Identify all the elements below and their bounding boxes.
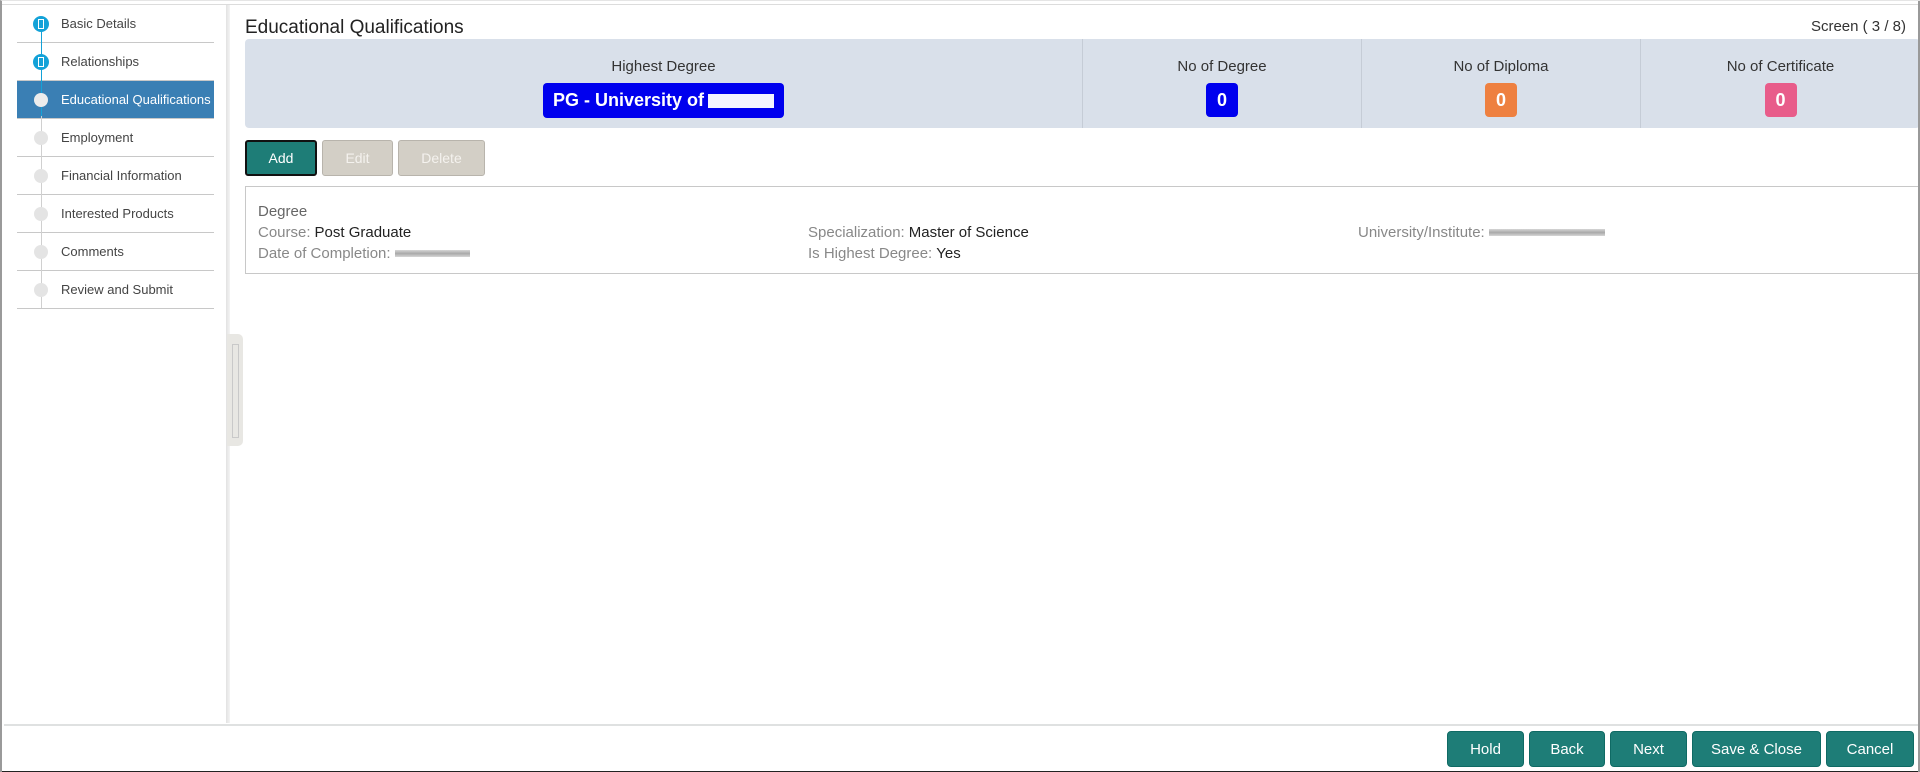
step-financial-information[interactable]: Financial Information — [17, 157, 214, 195]
certificate-count-badge: 0 — [1764, 83, 1797, 117]
course-field: Course: Post Graduate — [258, 224, 411, 241]
cancel-button[interactable]: Cancel — [1826, 731, 1914, 767]
degree-count-label: No of Degree — [1177, 58, 1267, 75]
footer-buttons: Hold Back Next Save & Close Cancel — [1447, 731, 1914, 767]
step-label: Relationships — [61, 54, 140, 69]
step-relationships[interactable]: Relationships — [17, 43, 214, 81]
redacted-text — [708, 93, 775, 108]
step-label: Educational Qualifications — [61, 92, 211, 107]
hold-button[interactable]: Hold — [1447, 731, 1524, 767]
back-button[interactable]: Back — [1529, 731, 1605, 767]
record-title: Degree — [258, 203, 308, 220]
completion-field: Date of Completion: — [258, 245, 470, 262]
diploma-count-badge: 0 — [1485, 83, 1517, 117]
delete-button[interactable]: Delete — [398, 140, 485, 176]
app-window: Basic Details Relationships Educational … — [0, 0, 1920, 772]
certificate-count-cell: No of Certificate 0 — [1640, 39, 1920, 128]
highest-degree-field: Is Highest Degree: Yes — [808, 245, 961, 262]
step-pending-icon — [34, 207, 48, 221]
highest-degree-label: Highest Degree — [611, 58, 716, 75]
step-pending-icon — [34, 283, 48, 297]
degree-count-badge: 0 — [1206, 83, 1238, 117]
save-close-button[interactable]: Save & Close — [1692, 731, 1821, 767]
top-border — [2, 4, 1920, 5]
step-label: Basic Details — [61, 16, 137, 31]
diploma-count-cell: No of Diploma 0 — [1361, 39, 1640, 128]
step-review-and-submit[interactable]: Review and Submit — [17, 271, 214, 309]
sidebar-resize-handle[interactable] — [227, 334, 243, 446]
step-interested-products[interactable]: Interested Products — [17, 195, 214, 233]
add-button[interactable]: Add — [245, 140, 317, 176]
university-field: University/Institute: — [1358, 224, 1605, 241]
diploma-count-label: No of Diploma — [1453, 58, 1549, 75]
step-complete-icon — [33, 16, 49, 32]
step-employment[interactable]: Employment — [17, 119, 214, 157]
step-label: Financial Information — [61, 168, 182, 183]
edit-button[interactable]: Edit — [322, 140, 393, 176]
completion-label: Date of Completion: — [258, 245, 391, 262]
record-actions: Add Edit Delete — [245, 140, 485, 176]
certificate-count-label: No of Certificate — [1726, 58, 1835, 75]
highest-degree-value: PG - University of — [552, 90, 705, 110]
step-list: Basic Details Relationships Educational … — [17, 5, 214, 309]
page-title: Educational Qualifications — [245, 17, 464, 38]
step-comments[interactable]: Comments — [17, 233, 214, 271]
degree-count-cell: No of Degree 0 — [1082, 39, 1361, 128]
specialization-label: Specialization: — [808, 224, 905, 241]
course-value: Post Graduate — [314, 224, 412, 241]
redacted-date — [394, 250, 470, 257]
step-complete-icon — [33, 54, 49, 70]
footer-bar: Hold Back Next Save & Close Cancel — [4, 724, 1920, 772]
highest-degree-cell: Highest Degree PG - University of — [245, 39, 1082, 128]
specialization-value: Master of Science — [908, 224, 1029, 241]
step-educational-qualifications[interactable]: Educational Qualifications — [17, 81, 214, 119]
step-pending-icon — [34, 131, 48, 145]
specialization-field: Specialization: Master of Science — [808, 224, 1029, 241]
university-label: University/Institute: — [1358, 224, 1485, 241]
highest-degree-flag-label: Is Highest Degree: — [808, 245, 933, 262]
step-basic-details[interactable]: Basic Details — [17, 5, 214, 43]
step-label: Employment — [61, 130, 134, 145]
step-pending-icon — [34, 245, 48, 259]
sidebar: Basic Details Relationships Educational … — [4, 5, 226, 723]
highest-degree-badge: PG - University of — [542, 83, 785, 118]
redacted-university — [1488, 229, 1605, 236]
highest-degree-flag-value: Yes — [936, 245, 961, 262]
summary-panel: Highest Degree PG - University of No of … — [245, 39, 1920, 128]
degree-record-card[interactable]: Degree Course: Post Graduate Date of Com… — [245, 186, 1920, 274]
step-label: Comments — [61, 244, 124, 259]
step-pending-icon — [34, 169, 48, 183]
step-label: Review and Submit — [61, 282, 173, 297]
step-current-icon — [34, 93, 48, 107]
next-button[interactable]: Next — [1610, 731, 1687, 767]
screen-indicator: Screen ( 3 / 8) — [1810, 18, 1906, 35]
step-label: Interested Products — [61, 206, 174, 221]
course-label: Course: — [258, 224, 311, 241]
